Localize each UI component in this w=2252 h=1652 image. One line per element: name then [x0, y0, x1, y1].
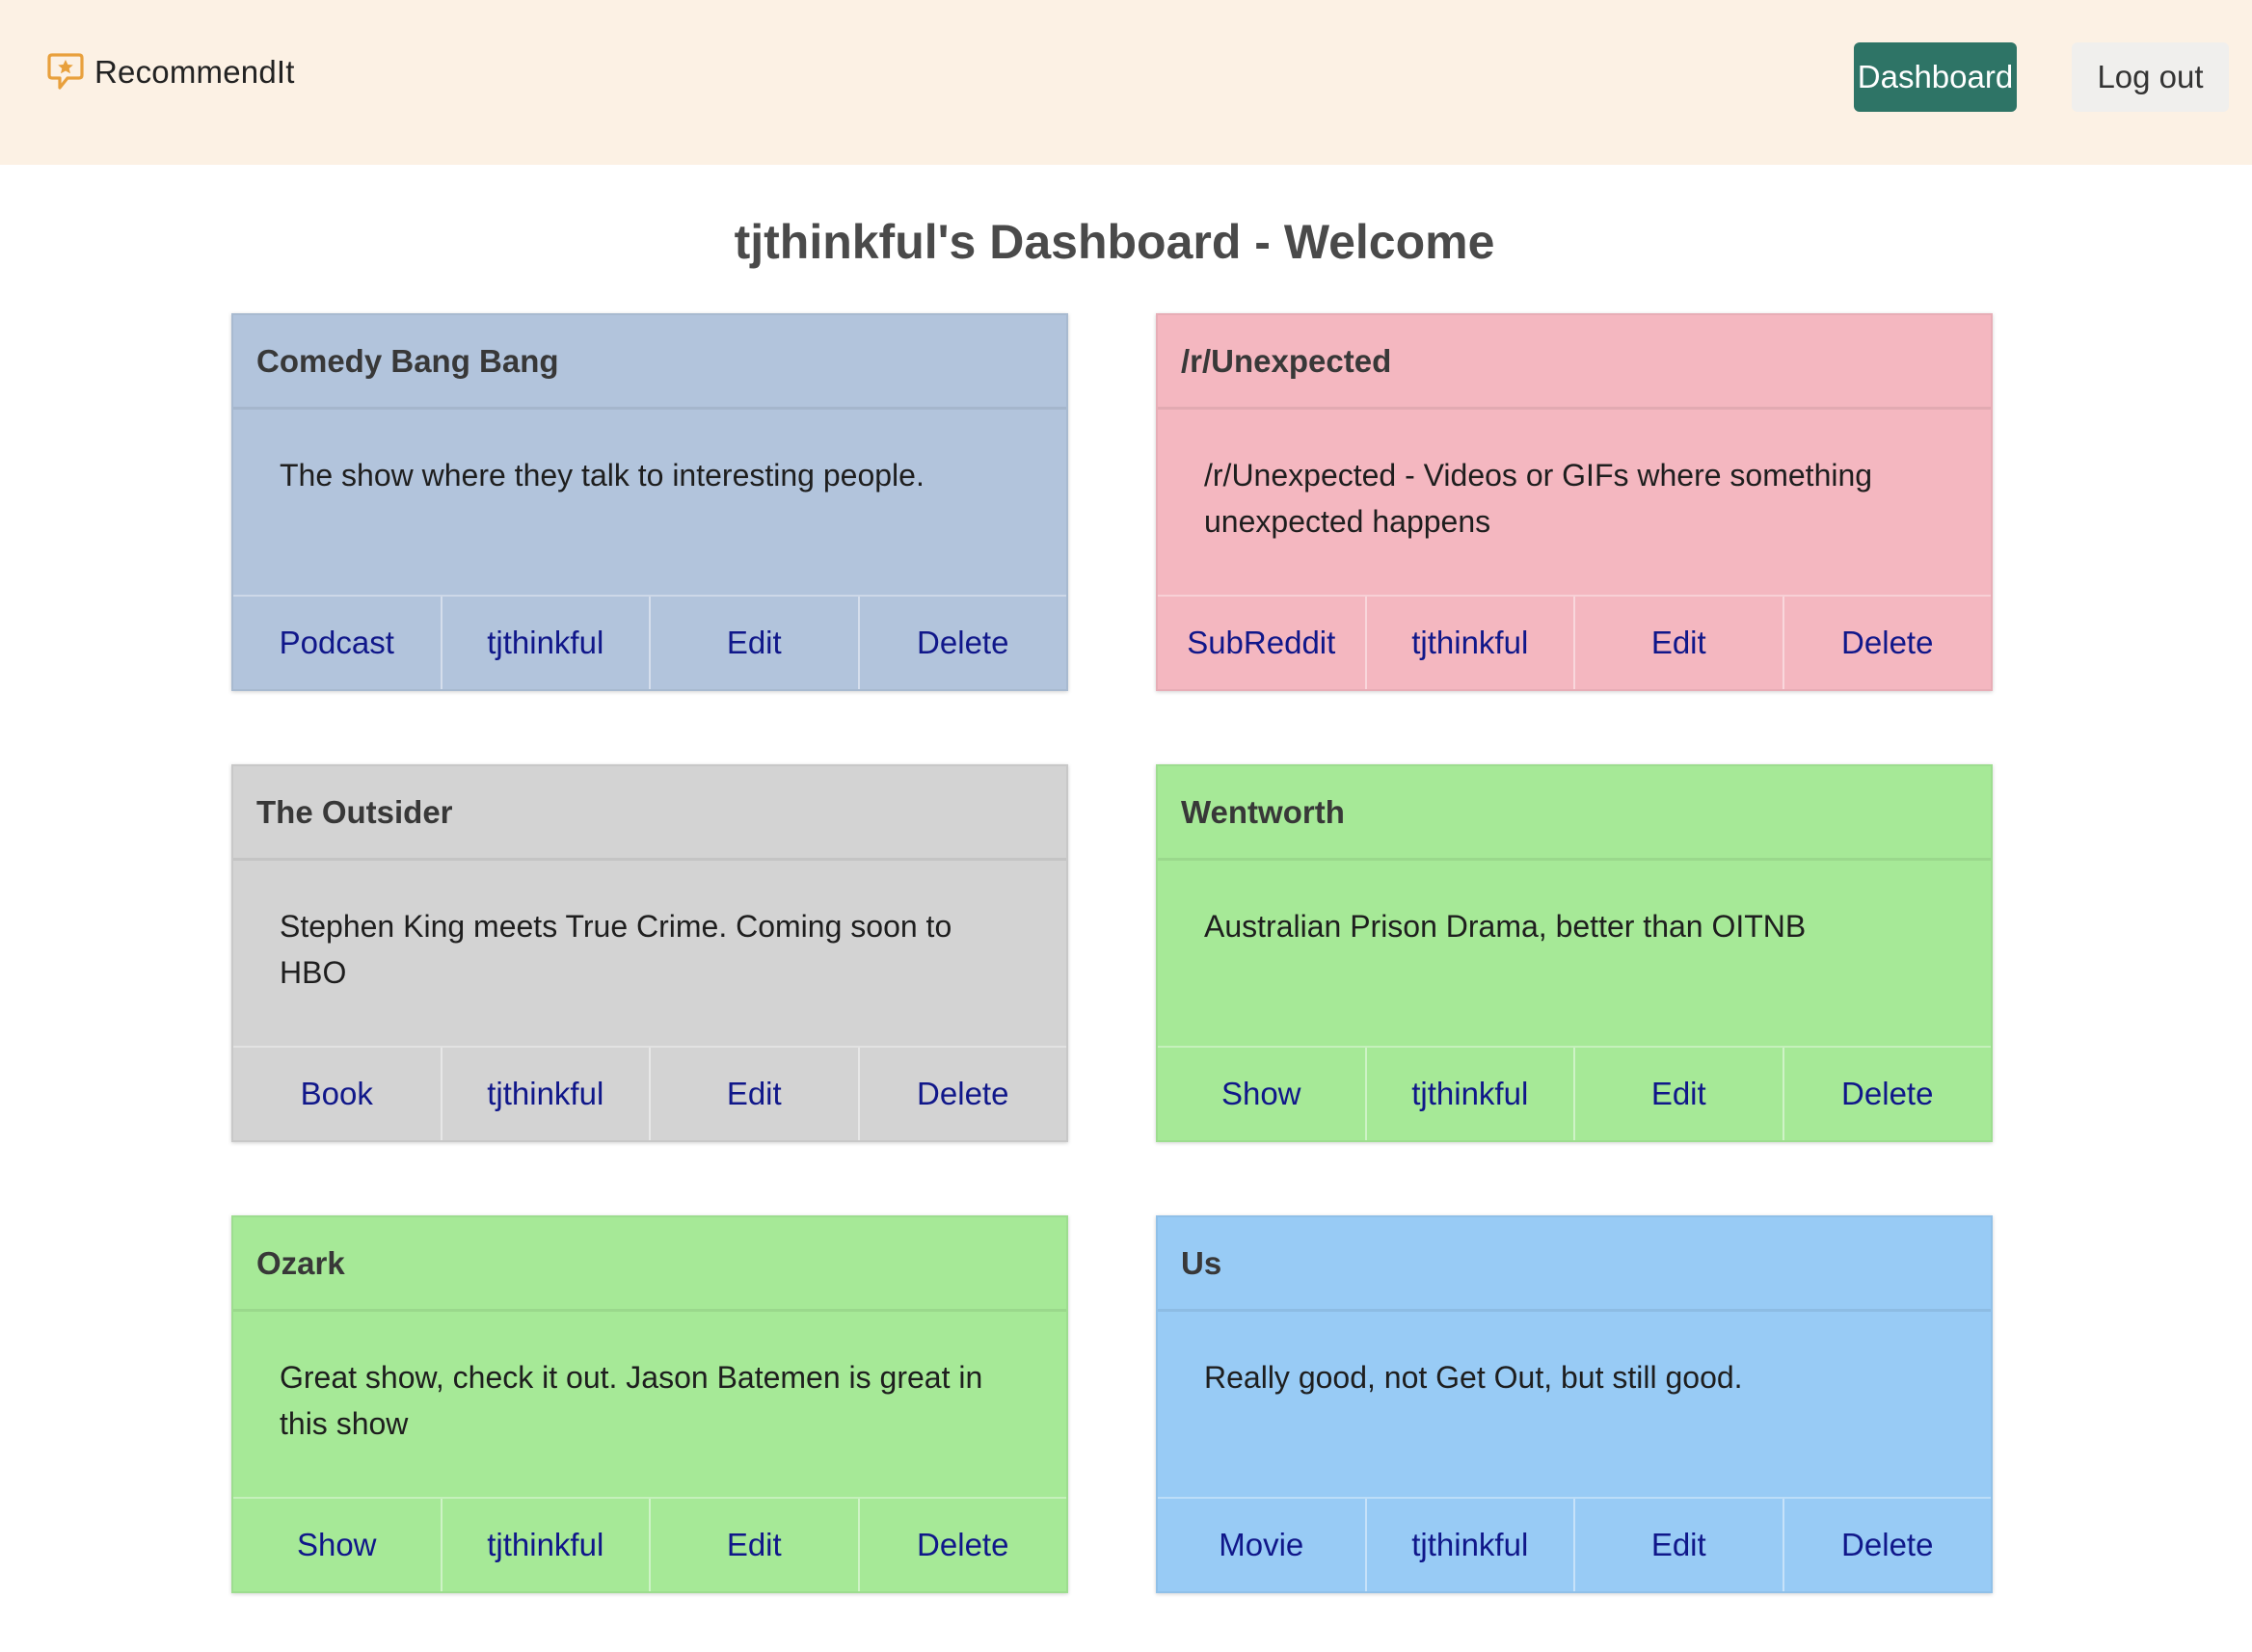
category-link[interactable]: Book — [233, 1048, 441, 1140]
card-description: Australian Prison Drama, better than OIT… — [1204, 909, 1807, 944]
card-actions: Show tjthinkful Edit Delete — [233, 1497, 1066, 1591]
logout-button[interactable]: Log out — [2072, 42, 2229, 112]
edit-link[interactable]: Edit — [1573, 1048, 1783, 1140]
card-actions: Podcast tjthinkful Edit Delete — [233, 595, 1066, 689]
edit-link[interactable]: Edit — [1573, 597, 1783, 689]
category-link[interactable]: Show — [1158, 1048, 1365, 1140]
brand-logo-link[interactable]: RecommendIt — [46, 48, 295, 96]
category-link[interactable]: SubReddit — [1158, 597, 1365, 689]
delete-link[interactable]: Delete — [1782, 597, 1992, 689]
card-description: The show where they talk to interesting … — [280, 458, 925, 493]
category-link[interactable]: Movie — [1158, 1499, 1365, 1591]
delete-link[interactable]: Delete — [1782, 1499, 1992, 1591]
recommendation-card: Comedy Bang Bang The show where they tal… — [231, 313, 1068, 691]
delete-link[interactable]: Delete — [857, 1048, 1067, 1140]
recommendation-card: The Outsider Stephen King meets True Cri… — [231, 764, 1068, 1142]
card-description: /r/Unexpected - Videos or GIFs where som… — [1204, 458, 1873, 539]
recommendation-card: Ozark Great show, check it out. Jason Ba… — [231, 1215, 1068, 1593]
card-title: The Outsider — [233, 766, 1066, 861]
card-actions: Movie tjthinkful Edit Delete — [1158, 1497, 1991, 1591]
edit-link[interactable]: Edit — [649, 597, 858, 689]
card-title: Comedy Bang Bang — [233, 315, 1066, 410]
delete-link[interactable]: Delete — [857, 597, 1067, 689]
author-link[interactable]: tjthinkful — [440, 1048, 650, 1140]
card-actions: SubReddit tjthinkful Edit Delete — [1158, 595, 1991, 689]
edit-link[interactable]: Edit — [1573, 1499, 1783, 1591]
author-link[interactable]: tjthinkful — [1364, 597, 1574, 689]
card-title: Ozark — [233, 1217, 1066, 1312]
author-link[interactable]: tjthinkful — [1364, 1048, 1574, 1140]
card-title: Wentworth — [1158, 766, 1991, 861]
card-title: /r/Unexpected — [1158, 315, 1991, 410]
dashboard-button[interactable]: Dashboard — [1854, 42, 2017, 112]
recommendation-card: Wentworth Australian Prison Drama, bette… — [1156, 764, 1993, 1142]
top-navbar: RecommendIt Dashboard Log out — [0, 0, 2252, 165]
recommendation-card: Us Really good, not Get Out, but still g… — [1156, 1215, 1993, 1593]
card-description: Stephen King meets True Crime. Coming so… — [280, 909, 952, 990]
card-title: Us — [1158, 1217, 1991, 1312]
delete-link[interactable]: Delete — [857, 1499, 1067, 1591]
edit-link[interactable]: Edit — [649, 1048, 858, 1140]
category-link[interactable]: Show — [233, 1499, 441, 1591]
card-actions: Book tjthinkful Edit Delete — [233, 1046, 1066, 1140]
card-description: Really good, not Get Out, but still good… — [1204, 1360, 1743, 1395]
recommendation-card: /r/Unexpected /r/Unexpected - Videos or … — [1156, 313, 1993, 691]
page-title: tjthinkful's Dashboard - Welcome — [734, 215, 1495, 269]
author-link[interactable]: tjthinkful — [1364, 1499, 1574, 1591]
author-link[interactable]: tjthinkful — [440, 597, 650, 689]
card-description: Great show, check it out. Jason Batemen … — [280, 1360, 983, 1441]
star-speech-bubble-icon — [47, 53, 84, 90]
edit-link[interactable]: Edit — [649, 1499, 858, 1591]
author-link[interactable]: tjthinkful — [440, 1499, 650, 1591]
brand-name: RecommendIt — [94, 54, 295, 90]
category-link[interactable]: Podcast — [233, 597, 441, 689]
card-actions: Show tjthinkful Edit Delete — [1158, 1046, 1991, 1140]
delete-link[interactable]: Delete — [1782, 1048, 1992, 1140]
